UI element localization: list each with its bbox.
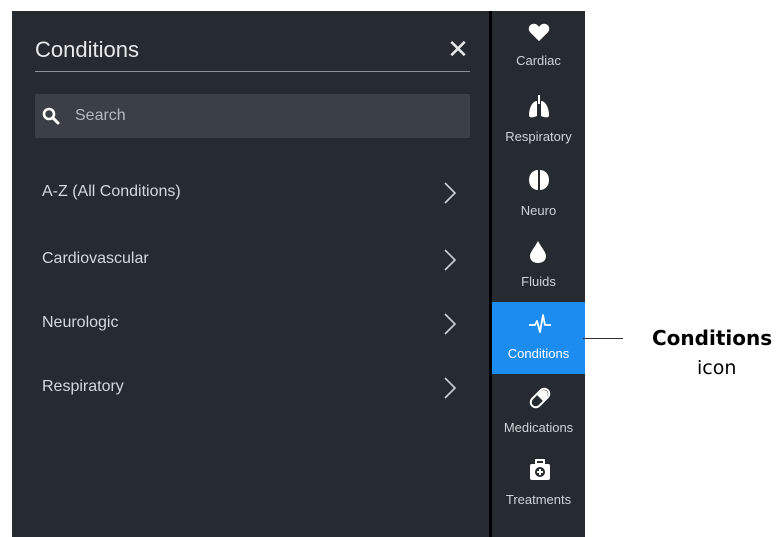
pill-icon <box>529 387 551 409</box>
close-button[interactable]: ✕ <box>446 34 470 64</box>
panel-title: Conditions <box>35 37 139 62</box>
search-input[interactable] <box>75 94 455 138</box>
droplet-icon <box>530 241 546 263</box>
list-item-neurologic[interactable]: Neurologic <box>35 302 470 346</box>
sidebar: Cardiac Respiratory Neuro Fluids Conditi… <box>492 11 585 537</box>
chevron-right-icon <box>444 249 457 271</box>
lungs-icon <box>529 95 549 118</box>
sidebar-item-label: Conditions <box>507 346 570 361</box>
sidebar-item-treatments[interactable]: Treatments <box>492 448 585 520</box>
callout-line <box>583 338 623 339</box>
list-item-label: Respiratory <box>42 378 124 395</box>
heart-icon <box>528 23 550 42</box>
sidebar-item-label: Medications <box>503 420 574 435</box>
sidebar-item-medications[interactable]: Medications <box>492 376 585 448</box>
sidebar-item-conditions[interactable]: Conditions <box>492 302 585 374</box>
callout-title: Conditions <box>652 326 773 350</box>
title-divider <box>35 71 470 72</box>
sidebar-item-cardiac[interactable]: Cardiac <box>492 15 585 87</box>
heartbeat-icon <box>529 314 551 333</box>
sidebar-item-label: Neuro <box>520 203 557 218</box>
search-icon <box>42 107 60 125</box>
callout-subtitle: icon <box>697 357 737 379</box>
sidebar-item-label: Respiratory <box>505 129 572 144</box>
sidebar-item-label: Treatments <box>505 492 572 507</box>
sidebar-item-label: Fluids <box>521 274 556 289</box>
medical-kit-icon <box>530 459 550 480</box>
brain-icon <box>529 170 549 190</box>
list-item-label: Neurologic <box>42 314 119 331</box>
list-item-label: A-Z (All Conditions) <box>42 183 181 200</box>
close-icon: ✕ <box>447 34 469 64</box>
sidebar-item-respiratory[interactable]: Respiratory <box>492 85 585 157</box>
list-item-respiratory[interactable]: Respiratory <box>35 366 470 410</box>
sidebar-item-neuro[interactable]: Neuro <box>492 159 585 231</box>
chevron-right-icon <box>444 313 457 335</box>
list-item-cardiovascular[interactable]: Cardiovascular <box>35 238 470 282</box>
sidebar-item-label: Cardiac <box>516 53 561 68</box>
sidebar-item-fluids[interactable]: Fluids <box>492 230 585 302</box>
search-box[interactable] <box>35 94 470 138</box>
list-item-a-z[interactable]: A-Z (All Conditions) <box>35 171 470 215</box>
chevron-right-icon <box>444 377 457 399</box>
chevron-right-icon <box>444 182 457 204</box>
list-item-label: Cardiovascular <box>42 250 149 267</box>
